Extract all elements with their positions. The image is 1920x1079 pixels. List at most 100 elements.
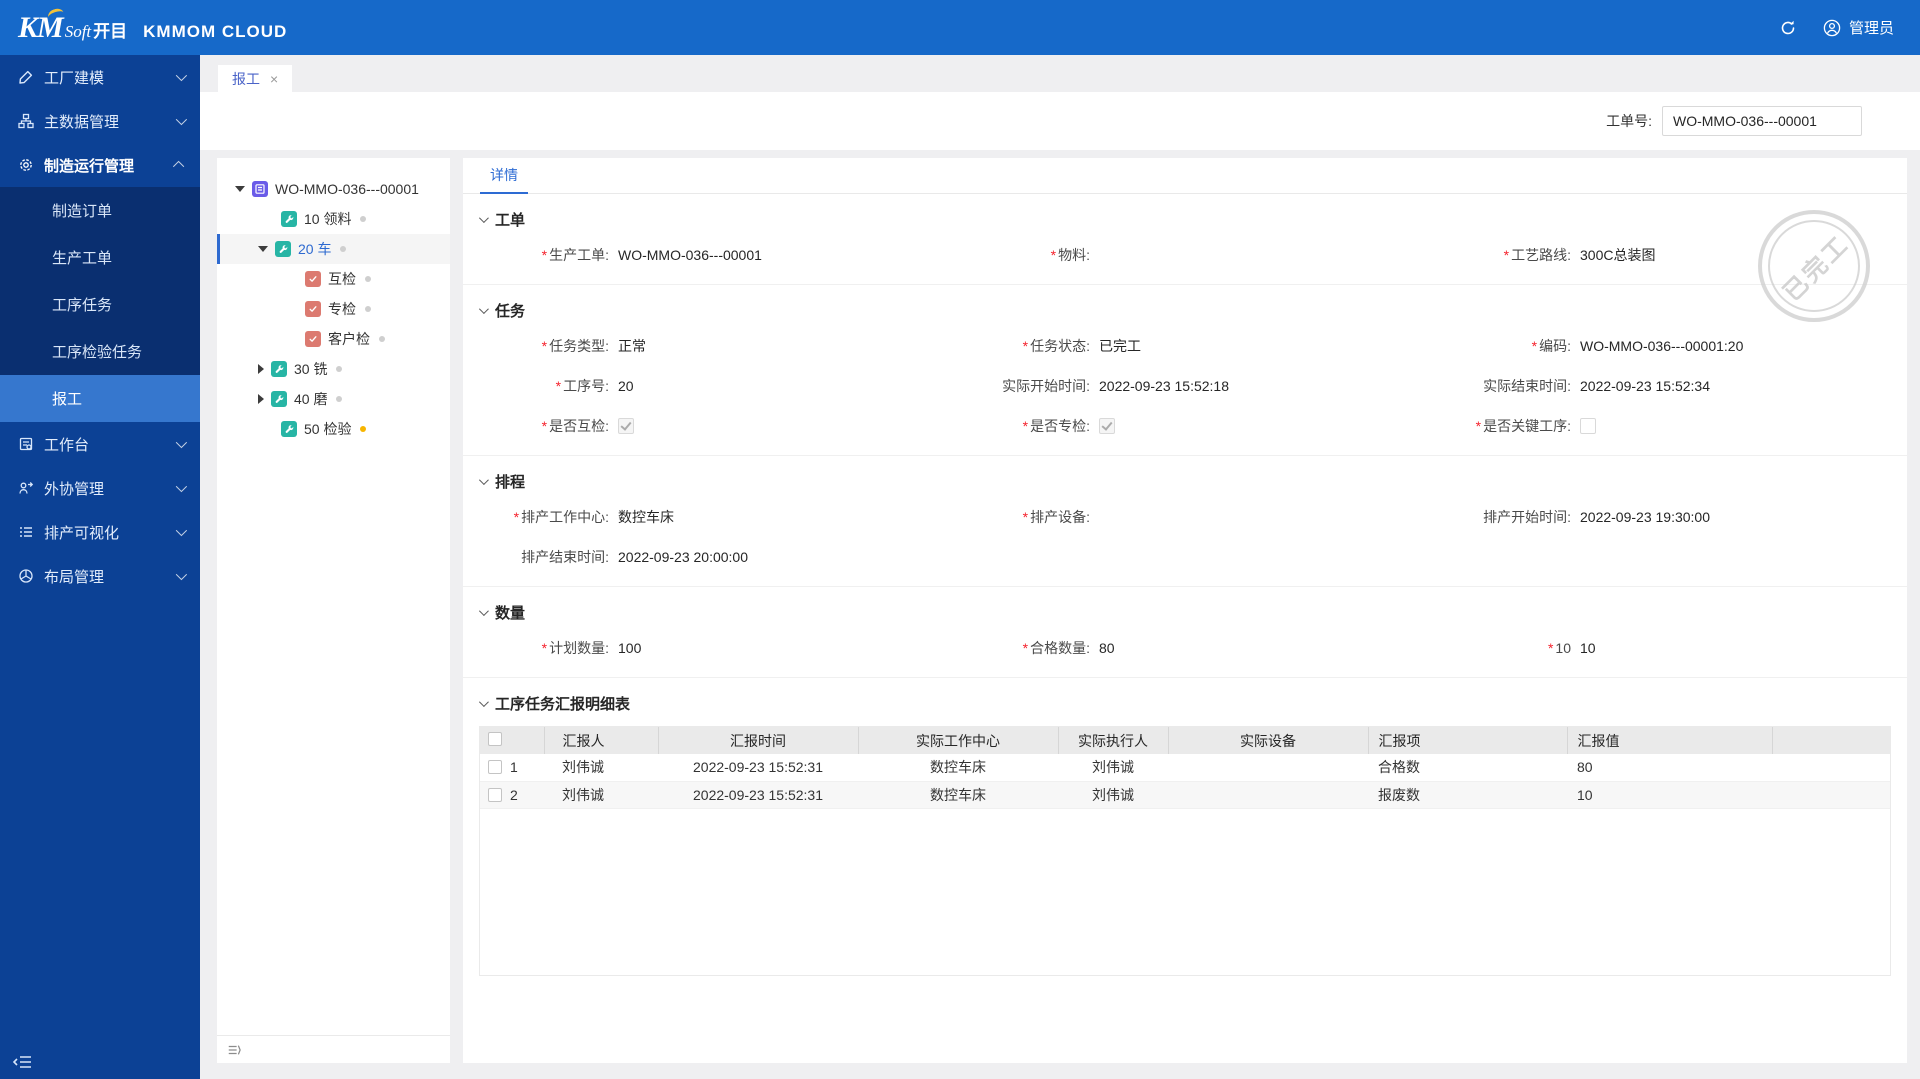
col-actual-device[interactable]: 实际设备 [1168,727,1369,754]
field-scrap-quantity: * 10 10 [1547,640,1596,656]
status-dot [360,216,367,222]
order-number-input[interactable] [1662,106,1862,136]
checked-inspection-icon [305,271,321,287]
section-task: 任务 * 任务类型: 正常 * 任务状态: 已完工 * 编码: WO-MMO-036-… [463,285,1907,456]
field-task-type: * 任务类型: 正常 [541,338,646,354]
close-icon[interactable]: × [270,72,278,86]
wrench-icon [281,421,297,437]
expand-arrow-icon[interactable] [235,186,245,192]
user-menu[interactable]: 管理员 [1823,17,1894,38]
field-task-status: * 任务状态: 已完工 [1022,338,1141,354]
tree-footer [217,1035,450,1063]
section-task-header[interactable]: 任务 [478,297,1891,323]
sphere-icon [18,568,34,584]
sidebar-item-outsourcing[interactable]: 外协管理 [0,466,200,510]
gear-icon [18,157,34,173]
col-actual-work-center[interactable]: 实际工作中心 [858,727,1059,754]
wrench-icon [271,391,287,407]
sidebar-collapse-icon[interactable] [12,1051,34,1073]
field-scheduled-start-time: 排产开始时间: 2022-09-23 19:30:00 [1483,509,1710,525]
expand-arrow-icon[interactable] [258,246,268,252]
col-report-time[interactable]: 汇报时间 [658,727,859,754]
collapse-arrow-icon[interactable] [258,394,264,404]
table-row[interactable]: 2 刘伟诚 2022-09-23 15:52:31 数控车床 刘伟诚 报废数 1… [480,781,1890,808]
section-report-header[interactable]: 工序任务汇报明细表 [478,690,1891,716]
col-report-value[interactable]: 汇报值 [1567,727,1773,754]
tree-node-30-milling[interactable]: 30 铣 [217,354,450,384]
chevron-down-icon [478,212,489,223]
row-checkbox[interactable] [488,787,502,802]
sidebar-item-manufacturing-order[interactable]: 制造订单 [0,187,200,234]
tree-node-mutual-inspection[interactable]: 互检 [217,264,450,294]
section-report-table: 工序任务汇报明细表 汇报人 汇报时间 实际工作中心 实际执行人 实际设备 汇报项 [463,678,1907,992]
status-dot [336,366,343,372]
checked-inspection-icon [305,331,321,347]
table-row[interactable]: 1 刘伟诚 2022-09-23 15:52:31 数控车床 刘伟诚 合格数 8… [480,754,1890,781]
sidebar-item-production-order[interactable]: 生产工单 [0,234,200,281]
chevron-down-icon [478,474,489,485]
user-icon [1823,19,1841,37]
tree-node-customer-inspection[interactable]: 客户检 [217,324,450,354]
app-logo: KM Soft 开目 KMMOM CLOUD [18,6,288,45]
sidebar-item-manufacturing-ops[interactable]: 制造运行管理 [0,143,200,187]
chevron-down-icon [478,605,489,616]
refresh-icon[interactable] [1779,19,1797,37]
tree-node-40-grinding[interactable]: 40 磨 [217,384,450,414]
field-process-route: * 工艺路线: 300C总装图 [1503,247,1656,263]
tree-node-root[interactable]: WO-MMO-036---00001 [217,174,450,204]
collapse-arrow-icon[interactable] [258,364,264,374]
chevron-down-icon [478,303,489,314]
field-planned-quantity: * 计划数量: 100 [541,640,642,656]
tab-strip: 报工 × [200,55,1920,92]
nodes-icon [18,113,34,129]
sidebar-item-factory-modeling[interactable]: 工厂建模 [0,55,200,99]
tree-node-50-inspection[interactable]: 50 检验 [217,414,450,444]
section-schedule-header[interactable]: 排程 [478,468,1891,494]
section-quantity-header[interactable]: 数量 [478,599,1891,625]
tree-node-special-inspection[interactable]: 专检 [217,294,450,324]
chevron-down-icon [175,524,188,537]
sidebar-item-schedule-visualization[interactable]: 排产可视化 [0,510,200,554]
wrench-icon [271,361,287,377]
work-order-icon [252,181,268,197]
brand-title: KMMOM CLOUD [143,21,288,41]
chevron-down-icon [175,480,188,493]
sidebar-item-operation-task[interactable]: 工序任务 [0,281,200,328]
sidebar-item-work-report[interactable]: 报工 [0,375,200,422]
wrench-icon [275,241,291,257]
status-dot [336,396,343,402]
user-name: 管理员 [1848,20,1894,37]
field-material: * 物料: [1050,247,1090,263]
sidebar-item-inspection-task[interactable]: 工序检验任务 [0,328,200,375]
tab-work-report[interactable]: 报工 × [218,65,293,92]
row-checkbox[interactable] [488,760,502,775]
section-work-order: 工单 * 生产工单: WO-MMO-036---00001 * 物料: * 工艺路线:… [463,194,1907,285]
report-table-container: 汇报人 汇报时间 实际工作中心 实际执行人 实际设备 汇报项 汇报值 1 刘伟诚 [479,726,1891,976]
tree-node-10-picking[interactable]: 10 领料 [217,204,450,234]
toolbar: 工单号: [200,92,1920,150]
tree-settings-icon[interactable] [227,1043,241,1057]
section-work-order-header[interactable]: 工单 [478,206,1891,232]
sidebar-item-layout-management[interactable]: 布局管理 [0,554,200,598]
field-task-code: * 编码: WO-MMO-036---00001:20 [1531,338,1744,354]
col-reporter[interactable]: 汇报人 [544,727,659,754]
col-actual-executor[interactable]: 实际执行人 [1058,727,1169,754]
outsourcing-icon [18,480,34,496]
col-report-item[interactable]: 汇报项 [1368,727,1568,754]
detail-tab-row: 详情 [463,158,1907,194]
clipboard-icon [18,436,34,452]
checkbox-special-inspection[interactable] [1099,418,1115,434]
tree-node-20-lathe[interactable]: 20 车 [217,234,450,264]
tab-details[interactable]: 详情 [480,158,528,194]
report-table-header-row: 汇报人 汇报时间 实际工作中心 实际执行人 实际设备 汇报项 汇报值 [480,727,1890,754]
checkbox-key-operation[interactable] [1580,418,1596,434]
sidebar-item-workbench[interactable]: 工作台 [0,422,200,466]
field-key-operation-flag: * 是否关键工序: [1441,413,1891,439]
status-dot [365,306,371,312]
report-table: 汇报人 汇报时间 实际工作中心 实际执行人 实际设备 汇报项 汇报值 1 刘伟诚 [480,727,1890,809]
list-icon [18,524,34,540]
sidebar-item-master-data[interactable]: 主数据管理 [0,99,200,143]
field-special-inspection-flag: * 是否专检: [960,413,1441,439]
checkbox-mutual-inspection[interactable] [618,418,634,434]
select-all-checkbox[interactable] [488,732,502,746]
